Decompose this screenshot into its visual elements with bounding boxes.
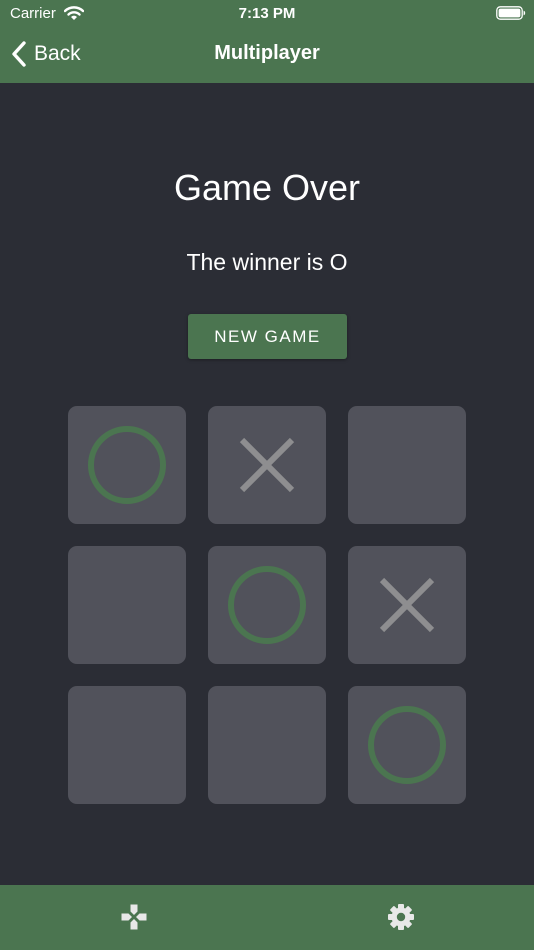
- gamepad-icon: [121, 904, 146, 929]
- game-tab[interactable]: [0, 885, 267, 950]
- battery-icon: [496, 6, 526, 20]
- board-cell-4[interactable]: [68, 546, 186, 664]
- board-cell-6[interactable]: [348, 546, 466, 664]
- x-mark-icon: [239, 437, 295, 493]
- o-mark-icon: [88, 426, 166, 504]
- settings-tab[interactable]: [267, 885, 534, 950]
- o-mark-icon: [368, 706, 446, 784]
- x-mark-icon: [379, 577, 435, 633]
- board-cell-9[interactable]: [348, 686, 466, 804]
- winner-text: The winner is O: [186, 249, 348, 275]
- board-cell-3[interactable]: [348, 406, 466, 524]
- tab-bar: [0, 885, 534, 950]
- board-cell-2[interactable]: [208, 406, 326, 524]
- board-cell-8[interactable]: [208, 686, 326, 804]
- game-board: [68, 406, 466, 804]
- o-mark-icon: [228, 566, 306, 644]
- status-time: 7:13 PM: [238, 5, 296, 22]
- page-title: Multiplayer: [214, 42, 320, 64]
- new-game-button[interactable]: NEW GAME: [188, 314, 347, 359]
- status-bar: Carrier 7:13 PM: [0, 0, 534, 28]
- board-cell-5[interactable]: [208, 546, 326, 664]
- board-cell-7[interactable]: [68, 686, 186, 804]
- gear-icon: [387, 903, 414, 930]
- game-status-heading: Game Over: [173, 167, 361, 208]
- board-cell-1[interactable]: [68, 406, 186, 524]
- game-screen: Game Over The winner is O NEW GAME: [0, 83, 534, 885]
- navigation-bar: Back Multiplayer: [0, 28, 534, 83]
- top-bar: Carrier 7:13 PM Back Multiplayer: [0, 0, 534, 83]
